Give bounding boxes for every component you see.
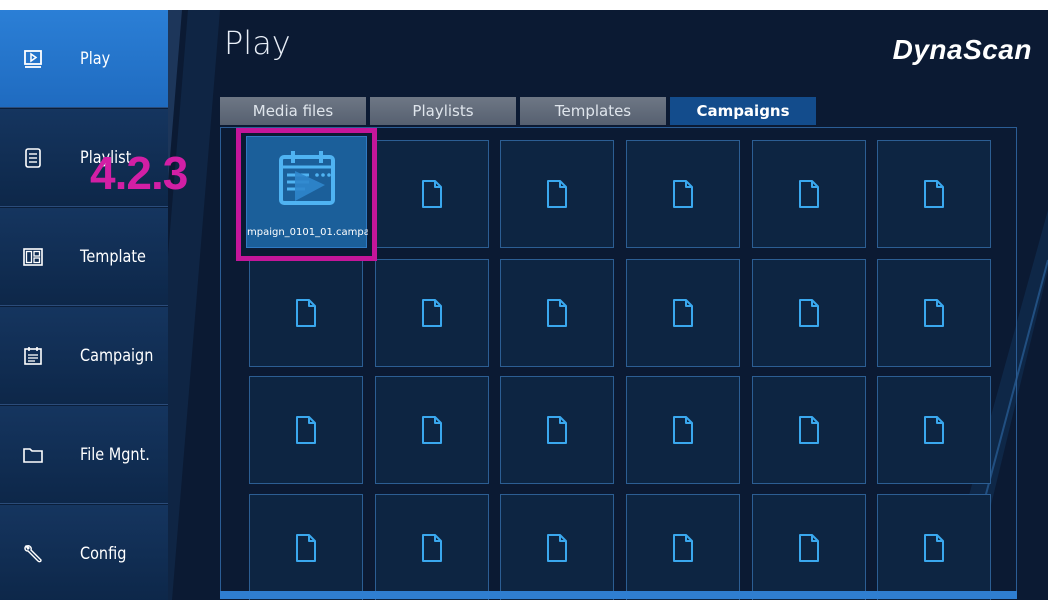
file-slot[interactable] bbox=[752, 259, 866, 367]
sidebar-item-label: Campaign bbox=[80, 345, 154, 366]
file-slot[interactable] bbox=[877, 140, 991, 248]
file-slot[interactable] bbox=[752, 140, 866, 248]
file-icon bbox=[673, 180, 693, 208]
tab-templates[interactable]: Templates bbox=[520, 97, 666, 125]
file-slot[interactable] bbox=[626, 259, 740, 367]
file-slot[interactable] bbox=[375, 494, 489, 600]
file-icon bbox=[924, 180, 944, 208]
tab-playlists[interactable]: Playlists bbox=[370, 97, 516, 125]
file-slot[interactable] bbox=[877, 259, 991, 367]
file-slot[interactable] bbox=[626, 494, 740, 600]
play-icon bbox=[24, 49, 42, 68]
sidebar-item-play[interactable]: Play bbox=[0, 10, 168, 108]
file-icon bbox=[547, 299, 567, 327]
campaign-tile: mpaign_0101_01.campai bbox=[246, 136, 368, 248]
sidebar: Play Playlist Template Campaign File Mgn… bbox=[0, 10, 168, 600]
file-slot[interactable] bbox=[877, 494, 991, 600]
file-icon bbox=[673, 416, 693, 444]
file-slot[interactable] bbox=[375, 259, 489, 367]
brand-logo: DynaScan bbox=[892, 34, 1032, 65]
tab-bar: Media files Playlists Templates Campaign… bbox=[220, 97, 820, 125]
file-slot[interactable] bbox=[375, 376, 489, 484]
file-icon bbox=[422, 299, 442, 327]
file-icon bbox=[924, 534, 944, 562]
sidebar-item-label: Template bbox=[80, 246, 146, 267]
file-slot[interactable] bbox=[752, 494, 866, 600]
file-slot[interactable] bbox=[877, 376, 991, 484]
file-slot[interactable] bbox=[752, 376, 866, 484]
file-slot[interactable] bbox=[500, 259, 614, 367]
tab-media-files[interactable]: Media files bbox=[220, 97, 366, 125]
file-slot[interactable] bbox=[626, 140, 740, 248]
file-icon bbox=[422, 416, 442, 444]
file-slot[interactable] bbox=[249, 494, 363, 600]
file-icon bbox=[422, 180, 442, 208]
file-icon bbox=[296, 299, 316, 327]
selected-campaign-tile[interactable]: mpaign_0101_01.campai bbox=[236, 128, 377, 261]
file-icon bbox=[547, 534, 567, 562]
file-icon bbox=[547, 180, 567, 208]
file-slot[interactable] bbox=[249, 376, 363, 484]
file-slot[interactable] bbox=[626, 376, 740, 484]
file-slot[interactable] bbox=[500, 494, 614, 600]
file-slot[interactable] bbox=[500, 376, 614, 484]
file-icon bbox=[547, 416, 567, 444]
sidebar-item-template[interactable]: Template bbox=[0, 208, 168, 306]
file-icon bbox=[799, 299, 819, 327]
file-icon bbox=[296, 534, 316, 562]
file-icon bbox=[296, 416, 316, 444]
sidebar-item-label: Config bbox=[80, 543, 127, 564]
step-annotation-label: 4.2.3 bbox=[90, 147, 188, 199]
scroll-progress-bar bbox=[220, 591, 1017, 599]
file-icon bbox=[924, 416, 944, 444]
file-slot[interactable] bbox=[500, 140, 614, 248]
sidebar-item-file-mgnt[interactable]: File Mgnt. bbox=[0, 406, 168, 504]
sidebar-item-label: Play bbox=[80, 48, 111, 69]
file-icon bbox=[924, 299, 944, 327]
file-icon bbox=[673, 534, 693, 562]
app-screen: Play Playlist Template Campaign File Mgn… bbox=[0, 10, 1048, 600]
file-icon bbox=[422, 534, 442, 562]
template-icon bbox=[23, 247, 43, 266]
file-icon bbox=[799, 534, 819, 562]
playlist-icon bbox=[25, 147, 41, 168]
sidebar-item-label: File Mgnt. bbox=[80, 444, 150, 465]
sidebar-item-config[interactable]: Config bbox=[0, 505, 168, 600]
campaign-calendar-icon bbox=[279, 151, 335, 205]
file-icon bbox=[799, 416, 819, 444]
wrench-icon bbox=[24, 544, 42, 562]
sidebar-item-campaign[interactable]: Campaign bbox=[0, 307, 168, 405]
campaign-file-name: mpaign_0101_01.campai bbox=[247, 227, 368, 238]
folder-icon bbox=[23, 447, 43, 463]
campaign-icon bbox=[24, 346, 42, 365]
file-slot[interactable] bbox=[375, 140, 489, 248]
file-slot[interactable] bbox=[249, 259, 363, 367]
file-icon bbox=[799, 180, 819, 208]
tab-campaigns[interactable]: Campaigns bbox=[670, 97, 816, 125]
file-icon bbox=[673, 299, 693, 327]
page-title: Play bbox=[224, 24, 291, 62]
